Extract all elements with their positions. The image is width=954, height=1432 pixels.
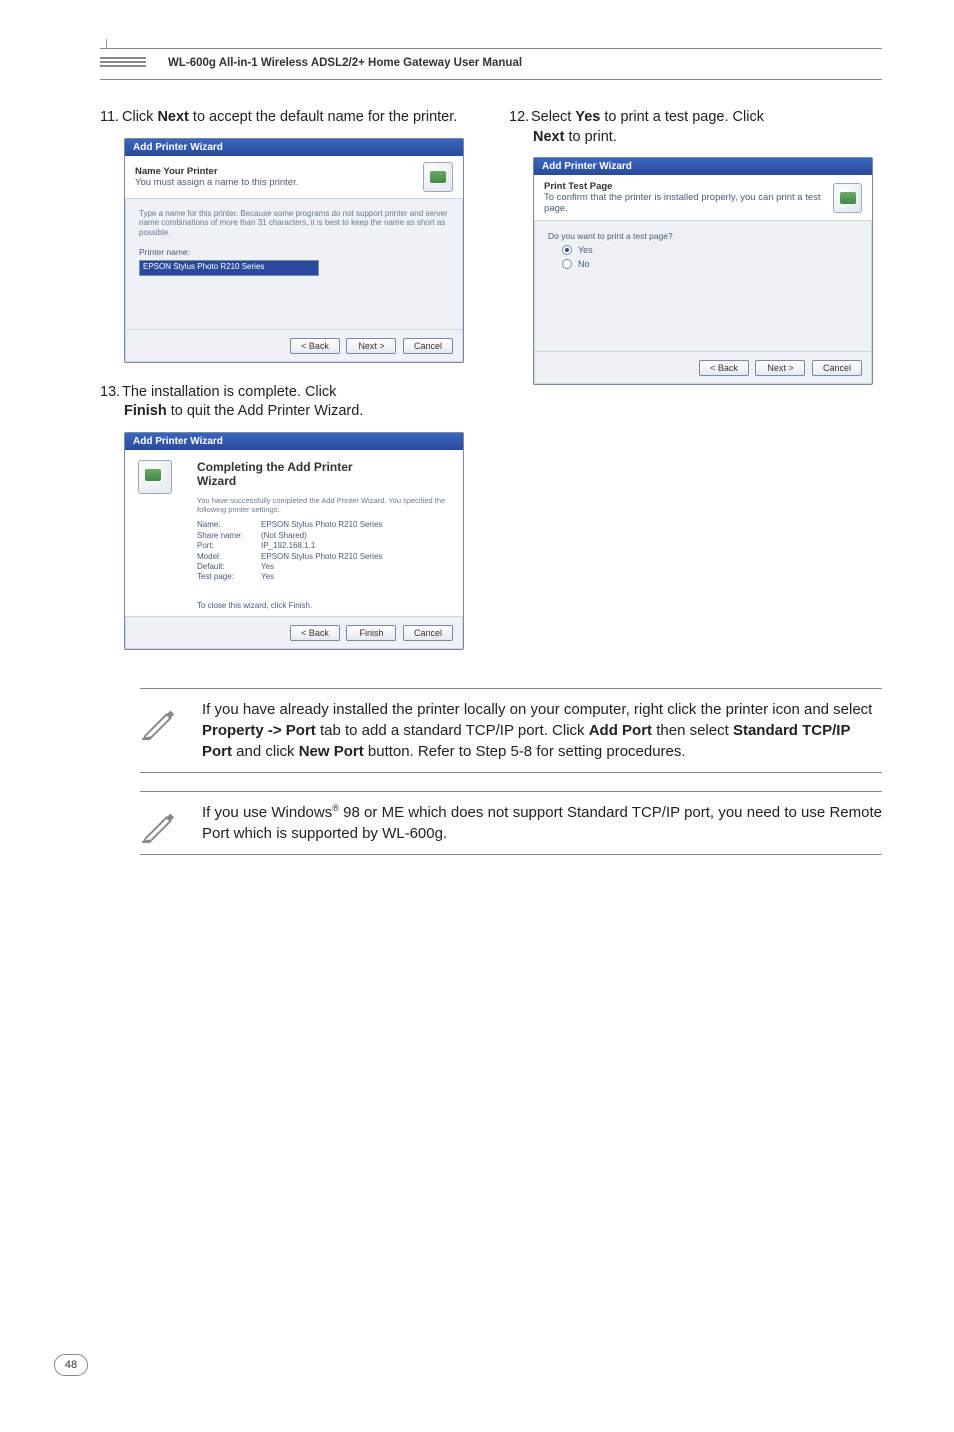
wizard-heading: Name Your Printer: [135, 166, 218, 177]
finish-button[interactable]: Finish: [346, 625, 396, 641]
printer-icon: [833, 183, 862, 213]
wizard-finish-title: Completing the Add PrinterWizard: [197, 460, 451, 489]
wizard-description: Type a name for this printer. Because so…: [139, 209, 449, 238]
next-button[interactable]: Next >: [755, 360, 805, 376]
wizard-test-page: Add Printer Wizard Print Test Page To co…: [533, 157, 873, 385]
test-page-question: Do you want to print a test page?: [548, 231, 858, 241]
note-icon: [140, 806, 178, 844]
wizard-name-printer: Add Printer Wizard Name Your Printer You…: [124, 138, 464, 363]
printer-icon: [423, 162, 453, 192]
printer-name-input[interactable]: EPSON Stylus Photo R210 Series: [139, 260, 319, 276]
wizard-subheading: To confirm that the printer is installed…: [544, 192, 821, 214]
page-number: 48: [54, 1354, 88, 1376]
page-header: WL-600g All-in-1 Wireless ADSL2/2+ Home …: [168, 57, 522, 69]
printer-icon: [138, 460, 172, 494]
radio-yes[interactable]: Yes: [562, 245, 858, 255]
printer-name-label: Printer name:: [139, 247, 449, 257]
wizard-titlebar: Add Printer Wizard: [534, 158, 872, 175]
step-12-text: 12.Select Yes to print a test page. Clic…: [509, 108, 882, 147]
wizard-complete: Add Printer Wizard Completing the Add Pr…: [124, 432, 464, 650]
cancel-button[interactable]: Cancel: [812, 360, 862, 376]
note-2-text: If you use Windows® 98 or ME which does …: [202, 802, 882, 844]
radio-no[interactable]: No: [562, 259, 858, 269]
wizard-titlebar: Add Printer Wizard: [125, 139, 463, 156]
wizard-closing-text: To close this wizard, click Finish.: [197, 601, 451, 610]
wizard-subheading: You must assign a name to this printer.: [135, 177, 298, 188]
cancel-button[interactable]: Cancel: [403, 625, 453, 641]
next-button[interactable]: Next >: [346, 338, 396, 354]
back-button[interactable]: < Back: [290, 625, 340, 641]
step-13-text: 13.The installation is complete. Click F…: [100, 383, 473, 422]
note-1-text: If you have already installed the printe…: [202, 699, 882, 762]
note-icon: [140, 703, 178, 741]
finish-settings-list: Name:EPSON Stylus Photo R210 Series Shar…: [197, 520, 451, 582]
step-11-text: 11.Click Next to accept the default name…: [100, 108, 473, 128]
wizard-titlebar: Add Printer Wizard: [125, 433, 463, 450]
back-button[interactable]: < Back: [699, 360, 749, 376]
manual-logo-icon: [100, 51, 156, 75]
cancel-button[interactable]: Cancel: [403, 338, 453, 354]
back-button[interactable]: < Back: [290, 338, 340, 354]
wizard-finish-subtitle: You have successfully completed the Add …: [197, 496, 451, 514]
wizard-heading: Print Test Page: [544, 181, 612, 192]
